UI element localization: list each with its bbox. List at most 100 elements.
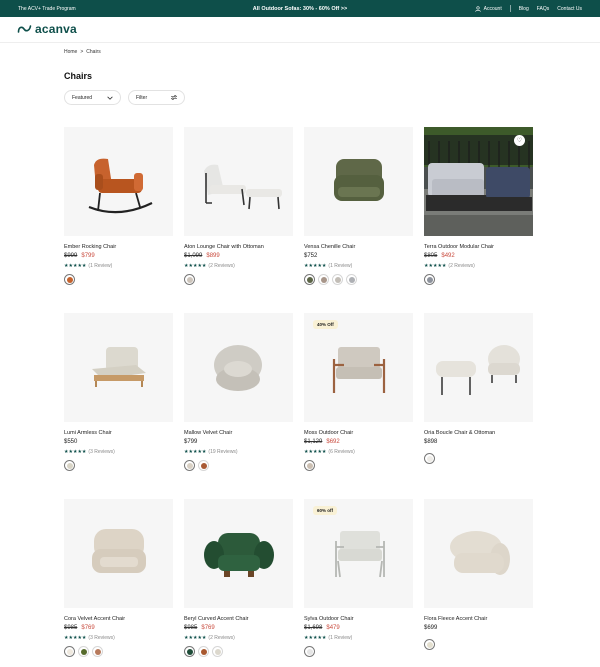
product-name[interactable]: Sylva Outdoor Chair [304,616,354,622]
discount-badge: 40% Off [313,320,338,329]
color-swatch[interactable] [304,646,315,657]
swatch-fill [66,462,73,469]
original-price: $985 [64,625,78,631]
filter-button[interactable]: Filter [128,90,185,105]
blog-link[interactable]: Blog [519,6,529,12]
product-name[interactable]: Flora Fleece Accent Chair [424,616,487,622]
product-card[interactable]: Lumi Armless Chair $550 ★★★★★ (3 Reviews) [64,313,173,471]
faqs-link[interactable]: FAQs [537,6,550,12]
color-swatch[interactable] [64,274,75,285]
product-image[interactable] [184,499,293,608]
sort-select[interactable]: Featured [64,90,121,105]
product-name[interactable]: Aton Lounge Chair with Ottoman [184,244,264,250]
product-rating[interactable]: ★★★★★ (2 Reviews) [184,263,235,269]
breadcrumb-home[interactable]: Home [64,49,77,55]
product-image[interactable] [184,127,293,236]
product-card[interactable]: ♡ Terra Outdoor Modular Chair $805 $492 ★… [424,127,533,285]
sale-price: $799 [81,253,95,259]
product-price: $1,099 $899 [184,253,220,259]
product-rating[interactable]: ★★★★★ (1 Review) [304,263,352,269]
color-swatches [424,274,435,285]
product-rating[interactable]: ★★★★★ (6 Reviews) [304,449,355,455]
color-swatch[interactable] [64,460,75,471]
product-rating[interactable]: ★★★★★ (3 Reviews) [64,635,115,641]
product-image[interactable] [64,313,173,422]
product-name[interactable]: Lumi Armless Chair [64,430,112,436]
review-count: (2 Reviews) [208,635,235,641]
product-price: $985 $769 [184,625,215,631]
original-price: $999 [64,253,78,259]
product-name[interactable]: Vensa Chenille Chair [304,244,355,250]
star-rating-icon: ★★★★★ [304,635,327,641]
review-count: (3 Reviews) [88,449,115,455]
product-price: $1,698 $479 [304,625,340,631]
color-swatch[interactable] [198,646,209,657]
color-swatches [64,274,75,285]
product-name[interactable]: Mallow Velvet Chair [184,430,232,436]
product-rating[interactable]: ★★★★★ (2 Reviews) [184,635,235,641]
color-swatch[interactable] [424,639,435,650]
product-card[interactable]: Vensa Chenille Chair $752 ★★★★★ (1 Review… [304,127,413,285]
product-name[interactable]: Oria Boucle Chair & Ottoman [424,430,495,436]
color-swatches [304,274,357,285]
product-card[interactable]: Cora Velvet Accent Chair $985 $769 ★★★★★(… [64,499,173,657]
regular-price: $898 [424,439,438,445]
color-swatch[interactable] [318,274,329,285]
product-card[interactable]: 60% off Sylva Outdoor Chair $1,698 $479 ★… [304,499,413,657]
product-image[interactable]: ♡ [424,127,533,236]
star-rating-icon: ★★★★★ [184,635,207,641]
color-swatch[interactable] [198,460,209,471]
product-price: $999 $799 [64,253,95,259]
color-swatch[interactable] [184,646,195,657]
color-swatch[interactable] [346,274,357,285]
regular-price: $550 [64,439,78,445]
logo[interactable]: acanva [17,22,77,36]
product-image[interactable] [424,313,533,422]
product-image[interactable] [184,313,293,422]
color-swatch[interactable] [332,274,343,285]
color-swatch[interactable] [424,453,435,464]
color-swatch[interactable] [304,274,315,285]
color-swatch[interactable] [92,646,103,657]
color-swatch[interactable] [78,646,89,657]
wishlist-heart-icon[interactable]: ♡ [514,135,525,146]
product-card[interactable]: Flora Fleece Accent Chair $699 [424,499,533,650]
product-image[interactable] [304,127,413,236]
product-name[interactable]: Terra Outdoor Modular Chair [424,244,494,250]
product-image[interactable]: 60% off [304,499,413,608]
product-name[interactable]: Moss Outdoor Chair [304,430,353,436]
product-image[interactable]: 40% Off [304,313,413,422]
account-link[interactable]: Account [474,6,502,12]
product-card[interactable]: Mallow Velvet Chair $799 ★★★★★ (19 Review… [184,313,293,471]
product-price: $550 [64,439,77,445]
color-swatch[interactable] [212,646,223,657]
product-card[interactable]: Aton Lounge Chair with Ottoman $1,099 $89… [184,127,293,285]
product-rating[interactable]: ★★★★★ (2 Reviews) [424,263,475,269]
swatch-fill [426,276,433,283]
product-name[interactable]: Ember Rocking Chair [64,244,116,250]
product-card[interactable]: Ember Rocking Chair $999 $799 ★★★★★ (1 Rev… [64,127,173,285]
color-swatch[interactable] [184,274,195,285]
color-swatch[interactable] [424,274,435,285]
review-count: (1 Review) [328,263,353,269]
product-image[interactable] [64,499,173,608]
product-name[interactable]: Beryl Curved Accent Chair [184,616,249,622]
color-swatch[interactable] [184,460,195,471]
product-card[interactable]: Oria Boucle Chair & Ottoman $898 [424,313,533,464]
product-card[interactable]: Beryl Curved Accent Chair $985 $769 ★★★★★… [184,499,293,657]
product-rating[interactable]: ★★★★★ (3 Reviews) [64,449,115,455]
product-card[interactable]: 40% Off Moss Outdoor Chair $1,129 $692 ★★… [304,313,413,471]
product-rating[interactable]: ★★★★★ (1 Review) [304,635,352,641]
product-rating[interactable]: ★★★★★ (19 Reviews) [184,449,238,455]
product-image[interactable] [64,127,173,236]
product-name[interactable]: Cora Velvet Accent Chair [64,616,125,622]
contact-link[interactable]: Contact Us [557,6,582,12]
product-rating[interactable]: ★★★★★ (1 Review) [64,263,112,269]
original-price: $1,099 [184,253,203,259]
product-image[interactable] [424,499,533,608]
color-swatch[interactable] [64,646,75,657]
chenille-chair-image [334,159,384,201]
color-swatches [304,460,315,471]
swatch-fill [334,276,341,283]
color-swatch[interactable] [304,460,315,471]
